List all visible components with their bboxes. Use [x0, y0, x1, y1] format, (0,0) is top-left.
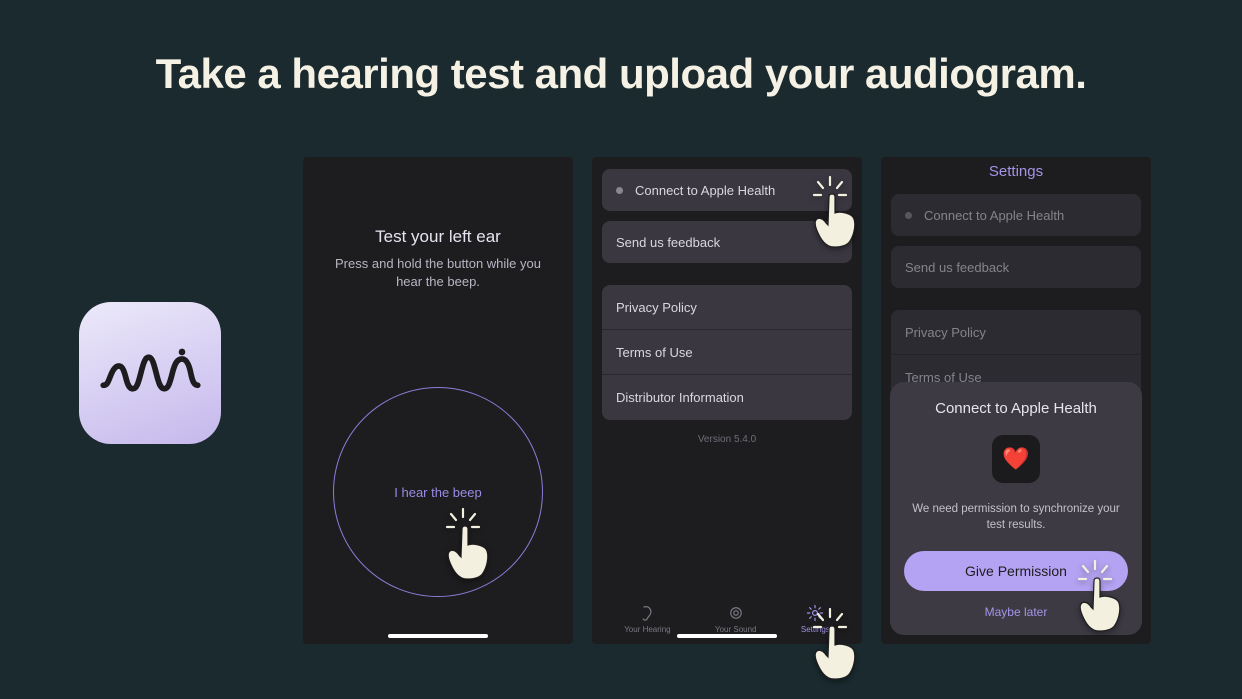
app-icon [79, 302, 221, 444]
modal-title: Connect to Apple Health [904, 400, 1128, 417]
test-ear-title: Test your left ear [303, 227, 573, 247]
distributor-info-row[interactable]: Distributor Information [602, 375, 852, 420]
status-dot-icon [905, 212, 912, 219]
give-permission-button[interactable]: Give Permission [904, 551, 1128, 591]
privacy-policy-row[interactable]: Privacy Policy [602, 285, 852, 330]
gear-icon [806, 604, 824, 622]
mimi-logo-icon [98, 343, 203, 403]
tab-settings-label: Settings [801, 625, 830, 634]
hear-beep-button[interactable]: I hear the beep [333, 387, 543, 597]
legal-section: Privacy Policy Terms of Use Distributor … [602, 285, 852, 420]
modal-description: We need permission to synchronize your t… [904, 501, 1128, 533]
screenshot-permission-modal: Settings Connect to Apple Health Send us… [881, 157, 1151, 644]
status-dot-icon [616, 187, 623, 194]
connect-label: Connect to Apple Health [635, 183, 775, 198]
hear-beep-label: I hear the beep [394, 485, 481, 500]
connect-apple-health-row-dim: Connect to Apple Health [891, 194, 1141, 236]
terms-of-use-row[interactable]: Terms of Use [602, 330, 852, 375]
tab-sound-label: Your Sound [715, 625, 757, 634]
maybe-later-button[interactable]: Maybe later [904, 605, 1128, 619]
tab-your-hearing[interactable]: Your Hearing [624, 604, 670, 634]
screenshot-hearing-test: Test your left ear Press and hold the bu… [303, 157, 573, 644]
feedback-row-dim: Send us feedback [891, 246, 1141, 288]
settings-title: Settings [881, 157, 1151, 180]
version-label: Version 5.4.0 [592, 434, 862, 445]
page-headline: Take a hearing test and upload your audi… [0, 50, 1242, 98]
feedback-row[interactable]: Send us feedback [602, 221, 852, 263]
sound-icon [727, 604, 745, 622]
connect-apple-health-row[interactable]: Connect to Apple Health [602, 169, 852, 211]
home-indicator [388, 634, 488, 638]
apple-health-modal: Connect to Apple Health ❤️ We need permi… [890, 382, 1142, 635]
home-indicator [677, 634, 777, 638]
ear-icon [638, 604, 656, 622]
tab-settings[interactable]: Settings [801, 604, 830, 634]
screenshot-settings: Connect to Apple Health Send us feedback… [592, 157, 862, 644]
tab-your-sound[interactable]: Your Sound [715, 604, 757, 634]
feedback-label: Send us feedback [616, 235, 720, 250]
tab-hearing-label: Your Hearing [624, 625, 670, 634]
test-ear-subtitle: Press and hold the button while you hear… [325, 255, 551, 291]
heart-icon: ❤️ [1002, 446, 1029, 472]
health-app-icon: ❤️ [992, 435, 1040, 483]
